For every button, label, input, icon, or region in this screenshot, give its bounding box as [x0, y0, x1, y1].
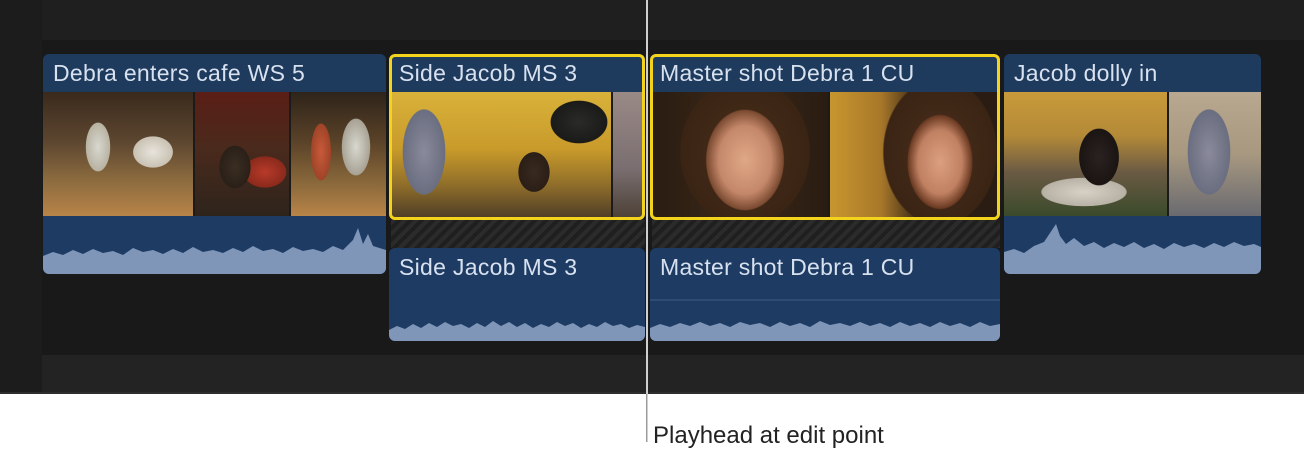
clip-side-jacob-ms-3[interactable]: Side Jacob MS 3: [389, 54, 645, 220]
clip-title: Jacob dolly in: [1004, 54, 1261, 92]
filmstrip-frame: [195, 92, 291, 216]
timeline-bottom-edge: [0, 392, 1304, 394]
clip-jacob-dolly-in[interactable]: Jacob dolly in: [1004, 54, 1261, 274]
clip-master-shot-debra-1-cu[interactable]: Master shot Debra 1 CU: [650, 54, 1000, 220]
waveform-graphic: [43, 228, 386, 274]
filmstrip-frame: [1169, 92, 1261, 216]
timeline-left-gutter: [0, 0, 42, 394]
filmstrip-frame: [830, 92, 1000, 220]
connected-gap-hatch: [652, 220, 1000, 248]
clip-title: Side Jacob MS 3: [389, 248, 645, 286]
clip-filmstrip: [389, 92, 645, 220]
clip-title: Master shot Debra 1 CU: [650, 54, 1000, 92]
clip-title: Master shot Debra 1 CU: [650, 248, 1000, 286]
clip-title: Side Jacob MS 3: [389, 54, 645, 92]
detached-audio-master-shot-debra-1-cu[interactable]: Master shot Debra 1 CU: [650, 248, 1000, 341]
clip-filmstrip: [650, 92, 1000, 220]
playhead-callout-label: Playhead at edit point: [653, 422, 884, 449]
filmstrip-frame: [43, 92, 195, 216]
clip-title: Debra enters cafe WS 5: [43, 54, 386, 92]
waveform-graphic: [650, 299, 1000, 341]
filmstrip-frame: [613, 92, 645, 220]
playhead[interactable]: [646, 0, 648, 442]
waveform-graphic: [1004, 224, 1261, 274]
clip-debra-enters-cafe-ws-5[interactable]: Debra enters cafe WS 5: [43, 54, 386, 274]
timeline[interactable]: Debra enters cafe WS 5 Side Jacob MS 3 M…: [0, 0, 1304, 394]
connected-gap-hatch: [391, 220, 645, 248]
filmstrip-frame: [389, 92, 613, 220]
filmstrip-frame: [1004, 92, 1169, 216]
clip-audio-waveform: [43, 216, 386, 274]
filmstrip-frame: [650, 92, 830, 220]
filmstrip-frame: [291, 92, 386, 216]
callout-leader-line: [646, 394, 647, 442]
clip-filmstrip: [43, 92, 386, 216]
clip-audio-waveform: [389, 286, 645, 341]
detached-audio-side-jacob-ms-3[interactable]: Side Jacob MS 3: [389, 248, 645, 341]
clip-audio-waveform: [650, 286, 1000, 341]
timeline-empty-track-below[interactable]: [42, 355, 1304, 394]
clip-filmstrip: [1004, 92, 1261, 216]
timeline-empty-track-above[interactable]: [42, 0, 1304, 40]
waveform-graphic: [389, 321, 645, 341]
clip-audio-waveform: [1004, 216, 1261, 274]
